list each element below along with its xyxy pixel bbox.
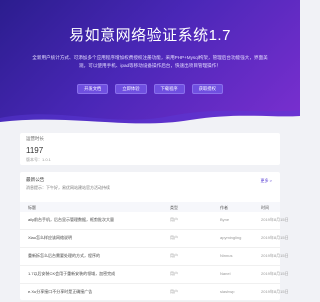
row-type: 用户 — [170, 235, 178, 240]
header-time: 时间 — [261, 205, 269, 210]
row-type: 用户 — [170, 271, 178, 276]
table-row[interactable]: ally前台手机，后台显示管理数据，框剪批次大量 用户 Byne 2019年8月… — [20, 212, 289, 230]
announcement-subtitle: 消息提示：下午好，易优网站建站官方活动持续 — [26, 185, 110, 190]
hero-banner: 易如意网络验证系统1.7 全新用户统计方式、可添加多个应用程序增加权费授权注册功… — [0, 0, 300, 128]
version-text: 版本号：1.0.1 — [26, 157, 51, 162]
header-type: 类型 — [170, 205, 178, 210]
row-time: 2019年8月15日 — [261, 217, 289, 222]
wave-decoration — [0, 110, 300, 128]
row-author: Ninnus — [220, 253, 233, 258]
hero-description: 全新用户统计方式、可添加多个应用程序增加权费授权注册功能，采用PHP+Mysql… — [32, 55, 268, 68]
stat-value: 1197 — [26, 146, 44, 155]
row-author: slashwp — [220, 289, 235, 294]
table-row[interactable]: 重新拆怎么后台需要处理的方式，程序的 用户 Ninnus 2019年8月15日 — [20, 248, 289, 266]
row-author: Byne — [220, 217, 230, 222]
stat-label: 运营时长 — [26, 136, 44, 141]
row-author: Nanel — [220, 271, 231, 276]
row-type: 用户 — [170, 253, 178, 258]
row-title[interactable]: 1.7以后安装CK会用于重新安装的领域，加密完成 — [28, 271, 115, 277]
row-time: 2019年8月15日 — [261, 271, 289, 276]
table-row[interactable]: e.Xu分享接口不分享时是正确接广告 用户 slashwp 2019年8月15日 — [20, 284, 289, 302]
announcement-title: 最新公告 — [26, 177, 45, 182]
hero-button-row: 开发文档 立即体验 下载程序 获取授权 — [0, 84, 300, 94]
table-row[interactable]: Xiao怎么样应该网络说明 用户 apymingling 2019年8月15日 — [20, 230, 289, 248]
row-title[interactable]: 重新拆怎么后台需要处理的方式，程序的 — [28, 253, 100, 259]
table-row[interactable]: 1.7以后安装CK会用于重新安装的领域，加密完成 用户 Nanel 2019年8… — [20, 266, 289, 284]
row-title[interactable]: ally前台手机，后台显示管理数据，框剪批次大量 — [28, 217, 114, 223]
header-title: 标题 — [28, 205, 36, 210]
row-time: 2019年8月15日 — [261, 235, 289, 240]
table-header: 标题 类型 作者 时间 — [20, 202, 280, 212]
download-button[interactable]: 下载程序 — [153, 84, 185, 94]
row-title[interactable]: e.Xu分享接口不分享时是正确接广告 — [28, 289, 92, 295]
docs-button[interactable]: 开发文档 — [77, 84, 109, 94]
row-time: 2019年8月15日 — [261, 253, 289, 258]
header-author: 作者 — [220, 205, 228, 210]
row-author: apymingling — [220, 235, 242, 240]
row-title[interactable]: Xiao怎么样应该网络说明 — [28, 235, 72, 241]
more-link[interactable]: 更多 > — [261, 178, 272, 184]
try-now-button[interactable]: 立即体验 — [115, 84, 147, 94]
row-time: 2019年8月15日 — [261, 289, 289, 294]
get-license-button[interactable]: 获取授权 — [191, 84, 223, 94]
row-type: 用户 — [170, 217, 178, 222]
announcement-card: 最新公告 消息提示：下午好，易优网站建站官方活动持续 更多 > 标题 类型 作者… — [20, 172, 289, 302]
page-title: 易如意网络验证系统1.7 — [69, 27, 231, 44]
row-type: 用户 — [170, 289, 178, 294]
runtime-stat-card: 运营时长 1197 版本号：1.0.1 — [20, 133, 280, 165]
